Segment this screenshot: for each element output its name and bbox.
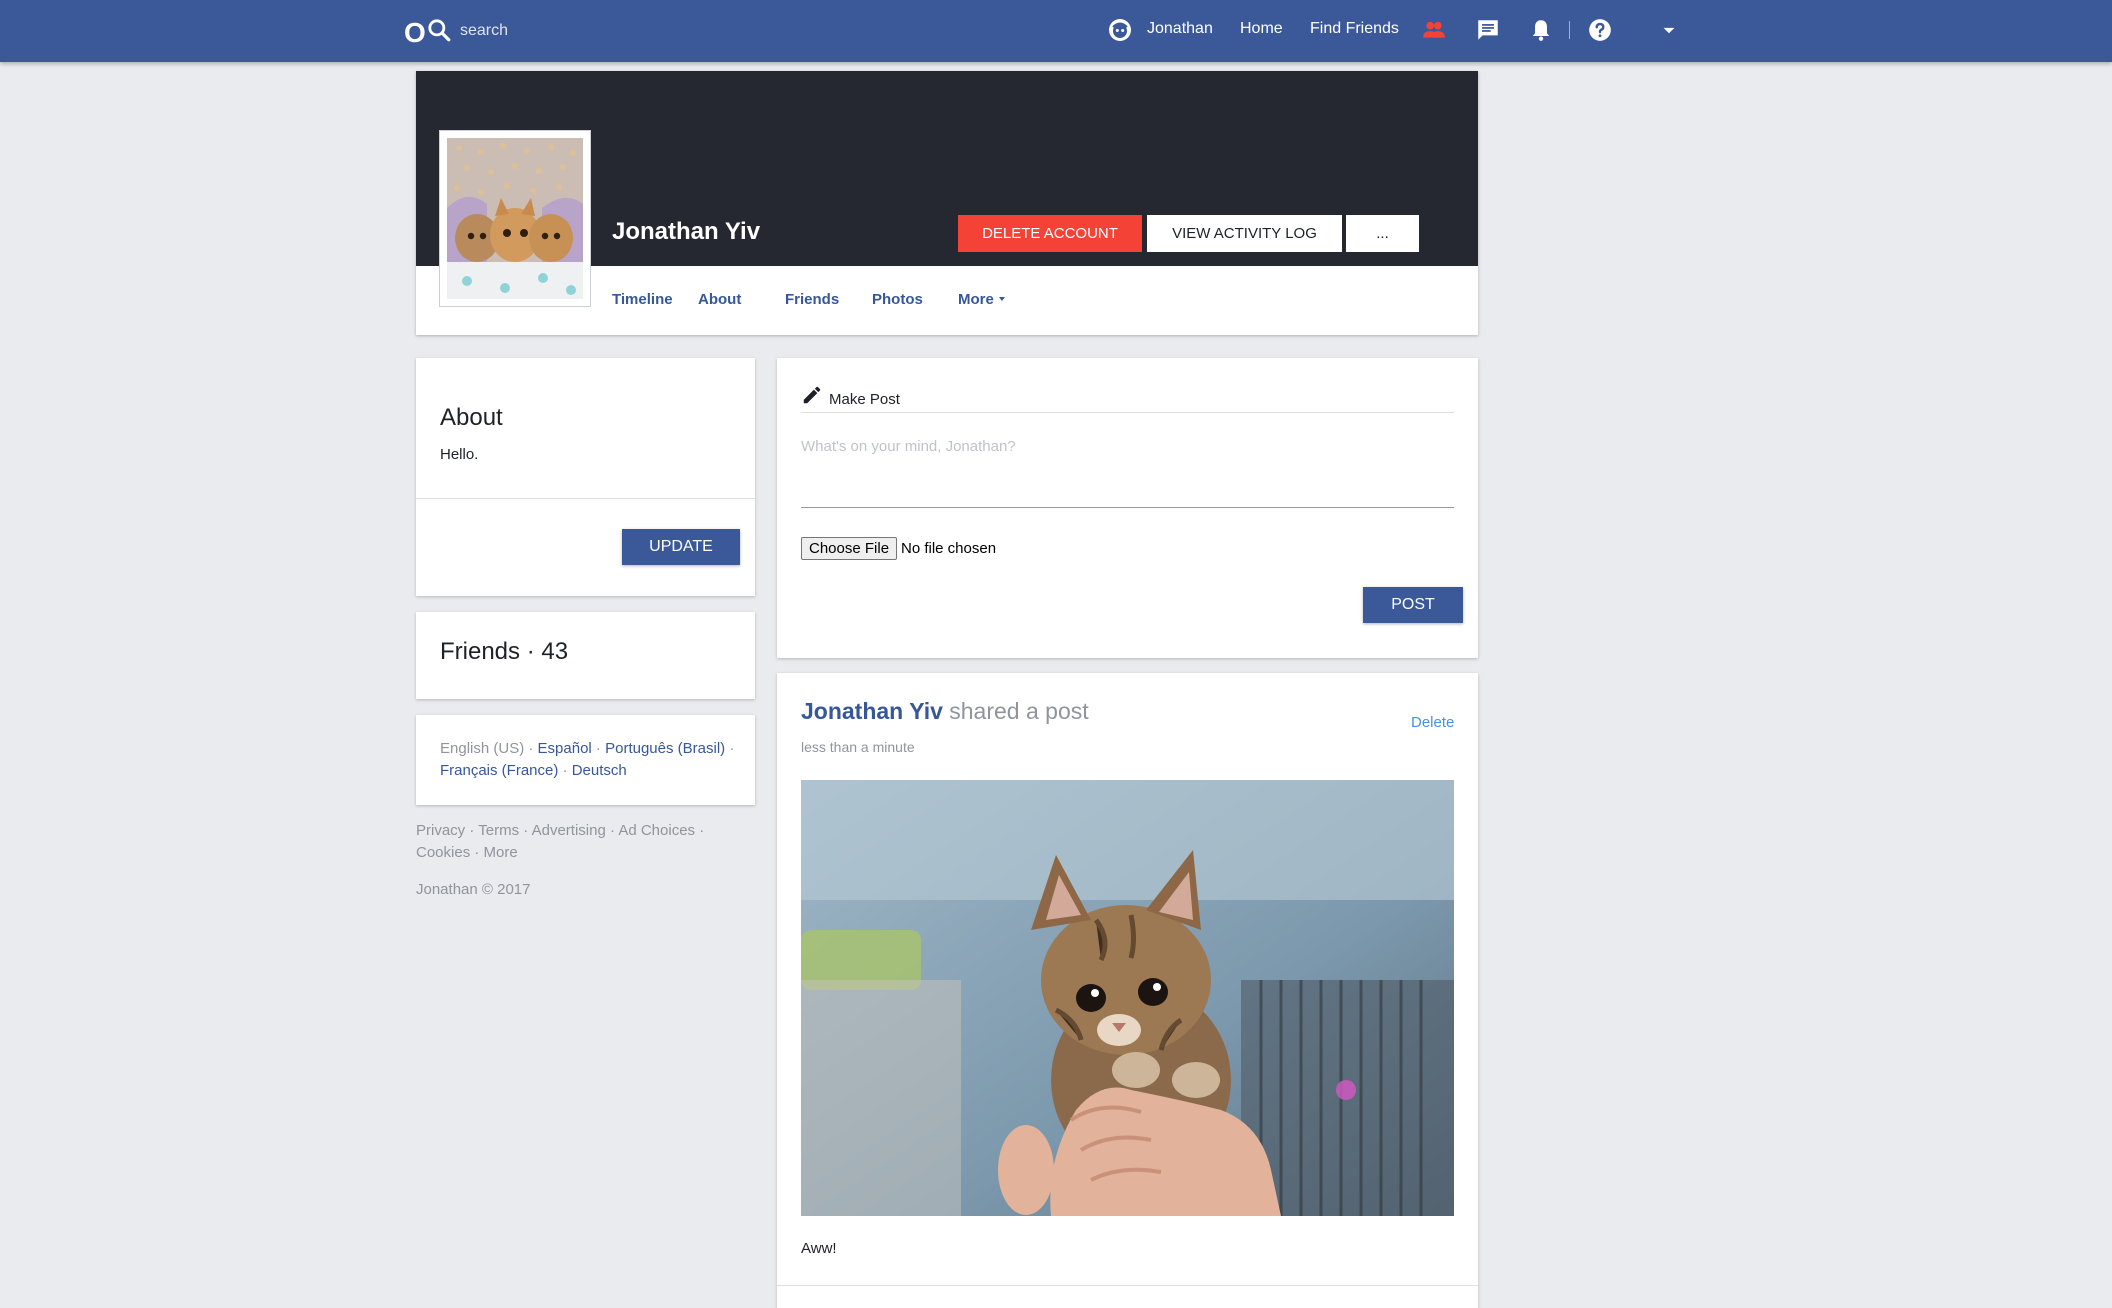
language-link-pt[interactable]: Português (Brasil) bbox=[605, 740, 725, 757]
user-avatar-icon[interactable] bbox=[1108, 18, 1132, 42]
delete-post-link[interactable]: Delete bbox=[1411, 714, 1454, 731]
nav-find-friends-link[interactable]: Find Friends bbox=[1310, 20, 1399, 38]
language-selector-card: English (US) · Español · Português (Bras… bbox=[416, 715, 755, 805]
site-logo[interactable]: O bbox=[404, 17, 426, 49]
profile-picture bbox=[447, 138, 583, 299]
footer-privacy-link[interactable]: Privacy bbox=[416, 822, 465, 839]
language-link-fr[interactable]: Français (France) bbox=[440, 762, 558, 779]
profile-name: Jonathan Yiv bbox=[612, 218, 761, 245]
post-caption: Aww! bbox=[801, 1240, 837, 1257]
post-submit-button[interactable]: POST bbox=[1363, 587, 1463, 623]
tab-photos[interactable]: Photos bbox=[872, 291, 923, 308]
footer-copyright: Jonathan © 2017 bbox=[416, 881, 531, 898]
choose-file-button[interactable]: Choose File bbox=[801, 537, 898, 560]
nav-home-link[interactable]: Home bbox=[1240, 20, 1283, 38]
pencil-icon bbox=[803, 386, 821, 404]
update-about-button[interactable]: UPDATE bbox=[622, 529, 740, 565]
about-card: About Hello. UPDATE bbox=[416, 358, 755, 596]
nav-user-profile-link[interactable]: Jonathan bbox=[1147, 20, 1213, 38]
nav-separator bbox=[1569, 21, 1570, 39]
delete-account-button[interactable]: DELETE ACCOUNT bbox=[958, 215, 1142, 252]
post-action-text: shared a post bbox=[949, 698, 1089, 724]
view-activity-log-button[interactable]: VIEW ACTIVITY LOG bbox=[1147, 215, 1342, 252]
footer-links-line-2: Cookies · More bbox=[416, 844, 518, 861]
divider bbox=[416, 498, 755, 499]
search-icon[interactable] bbox=[426, 17, 452, 43]
about-text: Hello. bbox=[440, 446, 479, 463]
footer-terms-link[interactable]: Terms bbox=[478, 822, 519, 839]
friends-card: Friends · 43 bbox=[416, 612, 755, 699]
search-input[interactable] bbox=[460, 16, 860, 46]
notifications-bell-icon[interactable] bbox=[1528, 17, 1554, 43]
messages-icon[interactable] bbox=[1475, 17, 1501, 43]
footer-cookies-link[interactable]: Cookies bbox=[416, 844, 470, 861]
account-menu-caret-icon[interactable] bbox=[1656, 17, 1682, 43]
post-author-link[interactable]: Jonathan Yiv bbox=[801, 698, 943, 724]
tab-more[interactable]: More bbox=[958, 291, 1005, 308]
make-post-card: Make Post Choose File No file chosen POS… bbox=[777, 358, 1478, 658]
tab-more-label: More bbox=[958, 291, 994, 308]
friends-count-title[interactable]: Friends · 43 bbox=[440, 638, 568, 666]
post-header: Jonathan Yiv shared a post bbox=[801, 698, 1089, 725]
about-title: About bbox=[440, 404, 503, 431]
post-card: Jonathan Yiv shared a post Delete less t… bbox=[777, 673, 1478, 1308]
language-current: English (US) bbox=[440, 740, 525, 757]
post-text-input[interactable] bbox=[801, 438, 1454, 508]
profile-header: Jonathan Yiv DELETE ACCOUNT VIEW ACTIVIT… bbox=[416, 71, 1478, 335]
caret-down-icon bbox=[998, 297, 1005, 301]
make-post-label: Make Post bbox=[829, 391, 900, 408]
divider bbox=[777, 1285, 1478, 1286]
language-link-de[interactable]: Deutsch bbox=[572, 762, 627, 779]
footer-advertising-link[interactable]: Advertising bbox=[532, 822, 606, 839]
language-line-1: English (US) · Español · Português (Bras… bbox=[440, 740, 735, 757]
tab-about[interactable]: About bbox=[698, 291, 741, 308]
tab-timeline[interactable]: Timeline bbox=[612, 291, 673, 308]
footer-links-line-1: Privacy · Terms · Advertising · Ad Choic… bbox=[416, 822, 705, 839]
profile-picture-frame[interactable] bbox=[439, 130, 591, 307]
friend-requests-icon[interactable] bbox=[1421, 17, 1447, 43]
top-navigation-bar: O Jonathan Home Find Friends bbox=[0, 0, 2112, 62]
footer-more-link[interactable]: More bbox=[484, 844, 518, 861]
divider bbox=[801, 412, 1454, 413]
help-icon[interactable] bbox=[1587, 17, 1613, 43]
post-image[interactable] bbox=[801, 780, 1454, 1216]
tab-friends[interactable]: Friends bbox=[785, 291, 839, 308]
footer-ad-choices-link[interactable]: Ad Choices bbox=[618, 822, 695, 839]
language-line-2: Français (France) · Deutsch bbox=[440, 762, 627, 779]
post-timestamp: less than a minute bbox=[801, 739, 915, 755]
more-actions-button[interactable]: ... bbox=[1346, 215, 1419, 252]
language-link-es[interactable]: Español bbox=[538, 740, 592, 757]
file-status-text: No file chosen bbox=[901, 540, 997, 557]
